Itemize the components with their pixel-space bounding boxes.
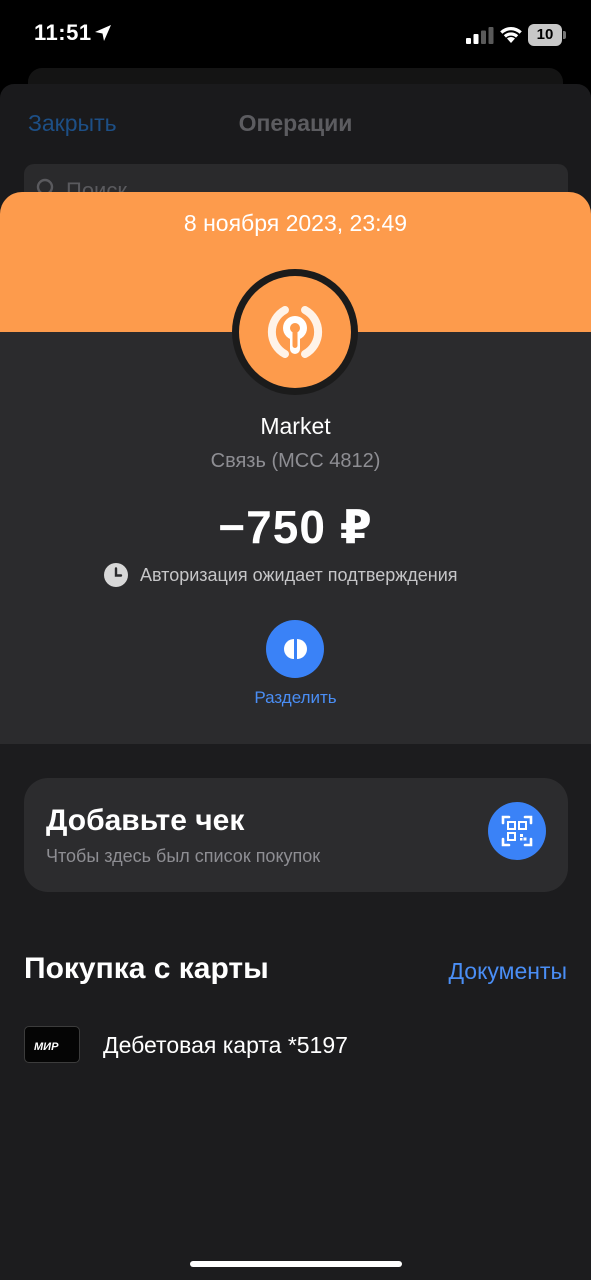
clock-icon — [104, 563, 128, 587]
receipt-title: Добавьте чек — [46, 804, 245, 837]
home-indicator[interactable] — [190, 1261, 402, 1267]
transaction-amount: −750 ₽ — [218, 501, 373, 553]
add-receipt-card[interactable]: Добавьте чек Чтобы здесь был список поку… — [24, 778, 568, 892]
authorization-status-text: Авторизация ожидает подтверждения — [140, 564, 458, 585]
transaction-details-sheet[interactable]: 8 ноября 2023, 23:49 Market Связь (MCC 4… — [0, 192, 591, 1280]
background-title: Операции — [238, 110, 353, 136]
receipt-subtitle: Чтобы здесь был список покупок — [46, 846, 321, 866]
card-icon: МИР — [24, 1026, 80, 1063]
signal-icon — [466, 27, 494, 44]
status-bar: 11:51 10 — [0, 0, 591, 70]
split-button[interactable] — [266, 620, 324, 678]
battery-icon: 10 — [528, 24, 566, 46]
status-time: 11:51 — [34, 20, 92, 45]
scan-qr-button[interactable] — [488, 802, 546, 860]
card-label: Дебетовая карта *5197 — [103, 1032, 348, 1058]
merchant-logo — [239, 276, 351, 388]
authorization-status: Авторизация ожидает подтверждения — [104, 562, 458, 588]
documents-link[interactable]: Документы — [448, 958, 567, 985]
merchant-category: Связь (MCC 4812) — [210, 450, 381, 472]
location-arrow-icon — [95, 25, 111, 41]
wifi-icon — [500, 27, 522, 43]
card-section-title: Покупка с карты — [24, 952, 269, 985]
battery-level: 10 — [528, 24, 562, 46]
merchant-name: Market — [260, 413, 331, 439]
qr-scan-icon — [501, 815, 533, 847]
merchant-logo-icon — [267, 306, 323, 358]
split-icon — [284, 639, 307, 659]
card-row[interactable]: МИР Дебетовая карта *5197 — [24, 1026, 568, 1066]
card-brand-logo: МИР — [34, 1041, 59, 1053]
transaction-date: 8 ноября 2023, 23:49 — [183, 210, 408, 236]
split-label[interactable]: Разделить — [0, 688, 591, 708]
